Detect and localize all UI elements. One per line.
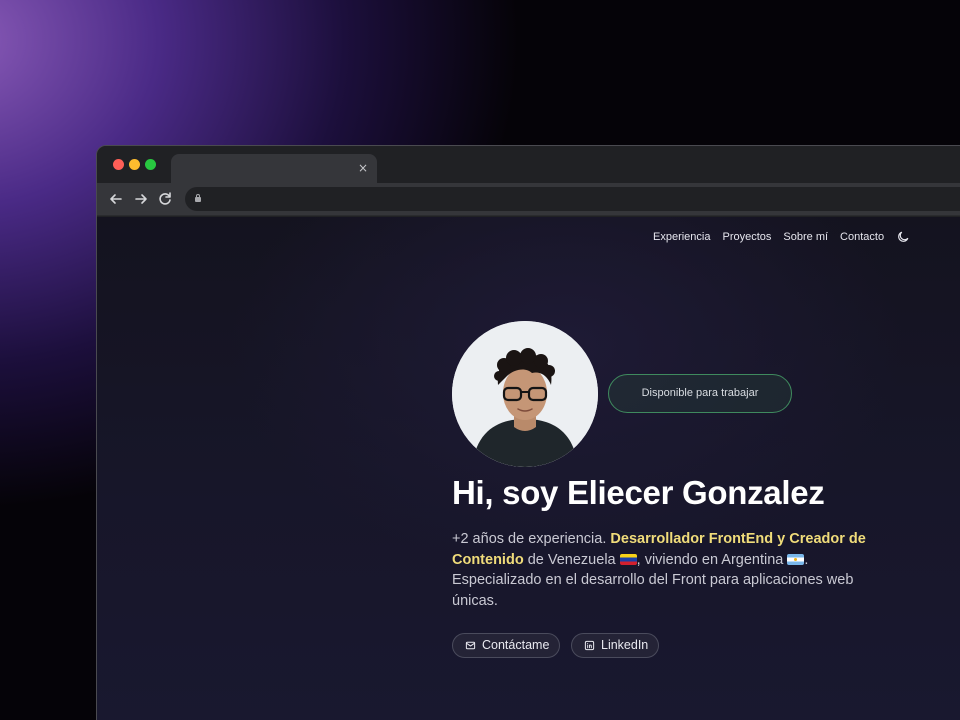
- argentina-flag-icon: [787, 553, 805, 565]
- avatar: [452, 321, 598, 467]
- close-window-button[interactable]: [113, 159, 124, 170]
- minimize-window-button[interactable]: [129, 159, 140, 170]
- address-bar[interactable]: [185, 187, 960, 211]
- linkedin-button[interactable]: LinkedIn: [571, 633, 659, 658]
- page-viewport: Experiencia Proyectos Sobre mí Contacto: [97, 217, 960, 720]
- forward-arrow-icon[interactable]: [131, 189, 151, 209]
- contact-button-label: Contáctame: [482, 638, 550, 652]
- nav-link-contacto[interactable]: Contacto: [840, 231, 884, 243]
- back-arrow-icon[interactable]: [106, 189, 126, 209]
- browser-window: × Experiencia Proyectos Sobre mí Contact…: [96, 145, 960, 720]
- moon-icon[interactable]: [896, 230, 910, 244]
- close-icon[interactable]: ×: [355, 160, 371, 176]
- linkedin-button-label: LinkedIn: [601, 638, 649, 652]
- hero-description-text: , viviendo en Argentina: [636, 551, 788, 568]
- hero-title: Hi, soy Eliecer Gonzalez: [452, 474, 825, 511]
- venezuela-flag-icon: [619, 553, 637, 565]
- browser-tab[interactable]: ×: [171, 154, 377, 183]
- reload-icon[interactable]: [155, 189, 175, 209]
- nav-link-proyectos[interactable]: Proyectos: [722, 231, 771, 243]
- hero-description: +2 años de experiencia. Desarrollador Fr…: [452, 529, 892, 611]
- nav-link-experiencia[interactable]: Experiencia: [653, 231, 710, 243]
- browser-toolbar: [97, 183, 960, 216]
- contact-button[interactable]: Contáctame: [452, 633, 560, 658]
- site-nav: Experiencia Proyectos Sobre mí Contacto: [653, 230, 910, 244]
- hero-description-text: +2 años de experiencia.: [452, 531, 611, 547]
- linkedin-icon: [584, 640, 595, 651]
- nav-link-sobre-mi[interactable]: Sobre mí: [783, 231, 828, 243]
- mail-icon: [465, 641, 476, 650]
- maximize-window-button[interactable]: [145, 159, 156, 170]
- hero-description-text: de Venezuela: [523, 551, 620, 568]
- lock-icon: [195, 194, 201, 203]
- browser-titlebar: ×: [97, 146, 960, 183]
- availability-badge: Disponible para trabajar: [608, 374, 792, 413]
